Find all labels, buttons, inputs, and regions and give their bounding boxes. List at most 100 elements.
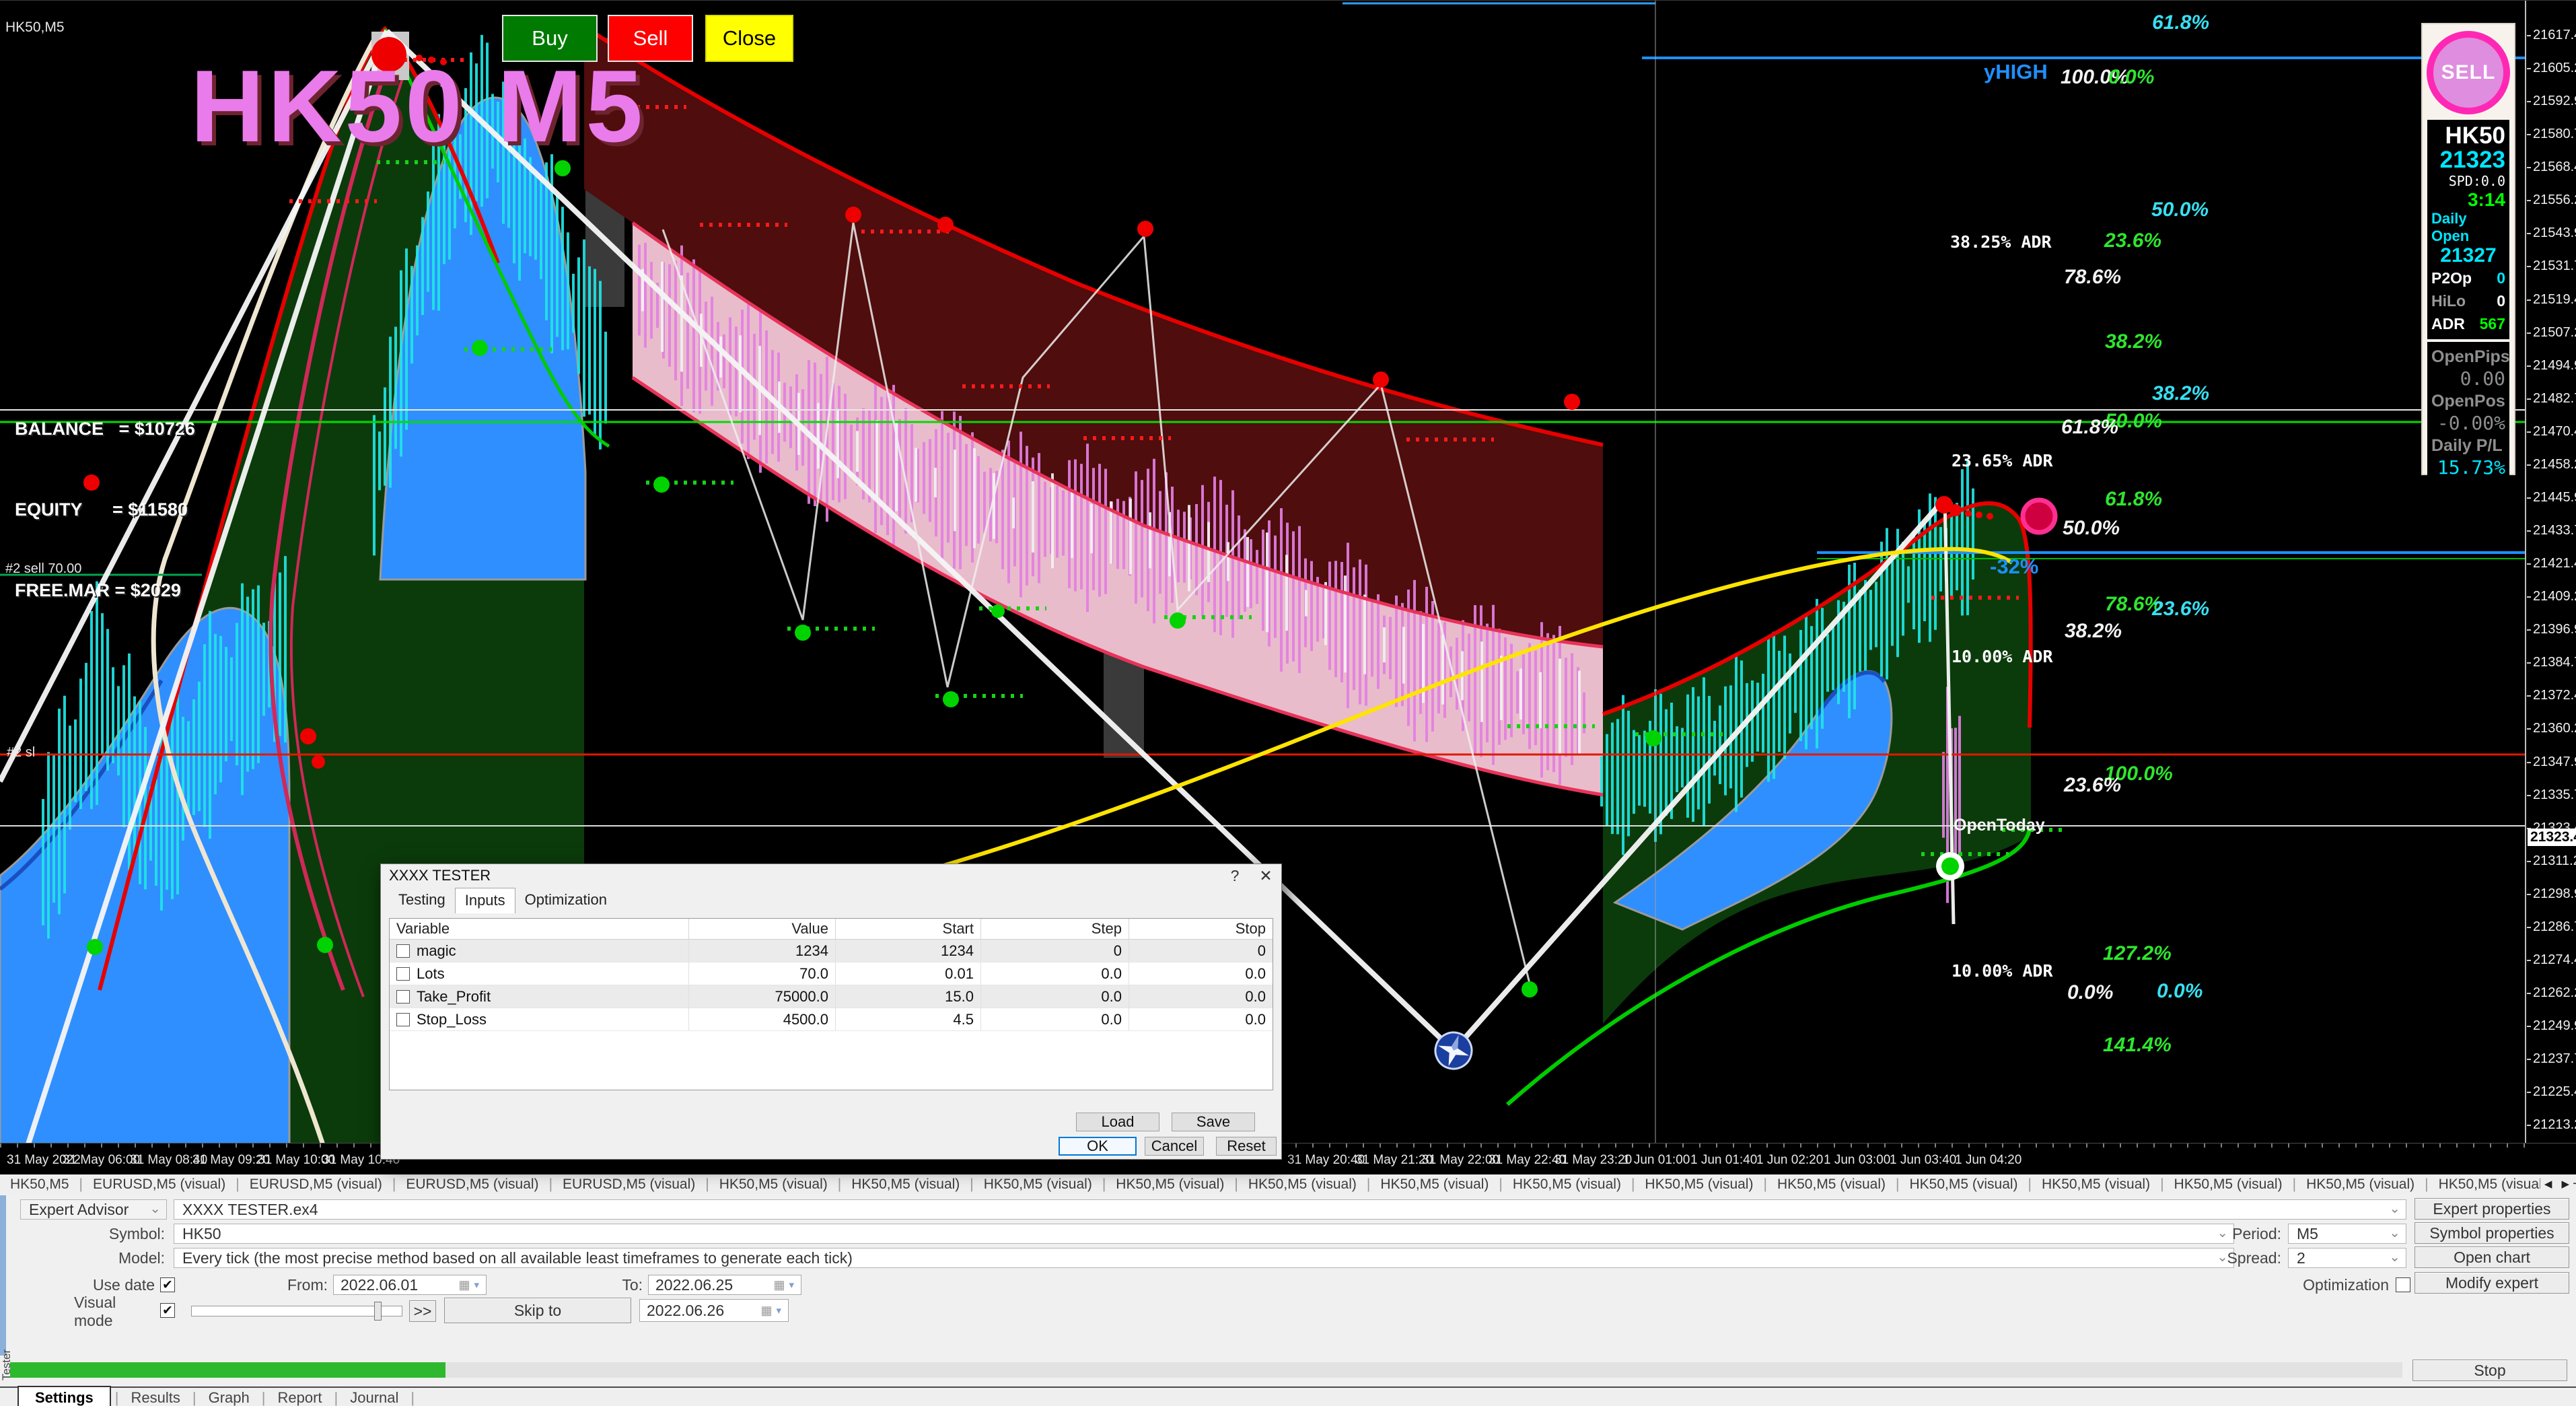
scroll-right-icon[interactable]: ▶ xyxy=(2561,1178,2569,1190)
symbol-select[interactable]: HK50 xyxy=(174,1224,2234,1244)
table-row[interactable]: Take_Profit 75000.0 15.0 0.0 0.0 xyxy=(390,985,1273,1008)
chart-tab[interactable]: EURUSD,M5 (visual) xyxy=(552,1176,705,1192)
value-cell[interactable]: 0 xyxy=(980,940,1129,962)
chevron-down-icon[interactable]: ▾ xyxy=(789,1279,794,1291)
expert-properties-button[interactable]: Expert properties xyxy=(2414,1198,2569,1220)
chart-tab[interactable]: HK50,M5 (visual) xyxy=(841,1176,970,1192)
expert-type-select[interactable]: Expert Advisor xyxy=(20,1199,167,1220)
value-cell[interactable]: 0.0 xyxy=(1129,962,1273,985)
reset-button[interactable]: Reset xyxy=(1216,1137,1277,1156)
chart-tab[interactable]: EURUSD,M5 (visual) xyxy=(83,1176,236,1192)
row-checkbox[interactable] xyxy=(396,966,410,981)
value-cell[interactable]: 15.0 xyxy=(835,985,980,1008)
tester-tab-report[interactable]: Report xyxy=(265,1389,334,1406)
value-cell[interactable]: 0.0 xyxy=(980,962,1129,985)
tab-inputs[interactable]: Inputs xyxy=(454,888,515,913)
chart-tab[interactable]: HK50,M5 (visual) xyxy=(1767,1176,1896,1192)
row-checkbox[interactable] xyxy=(396,944,410,958)
chevron-down-icon[interactable]: ▾ xyxy=(776,1304,781,1316)
chart-tab[interactable]: HK50,M5 (visual) xyxy=(2032,1176,2160,1192)
chart-tab[interactable]: HK50,M5 (visual) xyxy=(1370,1176,1499,1192)
value-cell[interactable]: 4.5 xyxy=(835,1008,980,1030)
close-button[interactable]: Close xyxy=(705,15,793,62)
model-select[interactable]: Every tick (the most precise method base… xyxy=(174,1248,2234,1268)
symbol-properties-button[interactable]: Symbol properties xyxy=(2414,1222,2569,1244)
modify-expert-button[interactable]: Modify expert xyxy=(2414,1272,2569,1294)
chart-tab[interactable]: HK50,M5 (visual) xyxy=(709,1176,838,1192)
chart-tab[interactable]: HK50,M5 (visual) xyxy=(2164,1176,2293,1192)
chart-tab[interactable]: HK50,M5 (visual) xyxy=(1106,1176,1234,1192)
slider-thumb[interactable] xyxy=(374,1302,382,1321)
chart-tab[interactable]: EURUSD,M5 (visual) xyxy=(240,1176,392,1192)
value-cell[interactable]: 4500.0 xyxy=(688,1008,835,1030)
sell-button[interactable]: Sell xyxy=(608,15,693,62)
save-button[interactable]: Save xyxy=(1172,1113,1255,1131)
chart-tab[interactable]: EURUSD,M5 (visual) xyxy=(396,1176,548,1192)
chart-tab[interactable]: HK50,M5 (visual) xyxy=(2296,1176,2425,1192)
open-chart-button[interactable]: Open chart xyxy=(2414,1246,2569,1268)
chart-tab[interactable]: HK50,M5 (visual) xyxy=(2429,1176,2557,1192)
value-cell[interactable]: 0.01 xyxy=(835,962,980,985)
dialog-help-button[interactable]: ? xyxy=(1219,867,1250,885)
variable-cell[interactable]: magic xyxy=(390,940,688,962)
variable-cell[interactable]: Stop_Loss xyxy=(390,1008,688,1030)
tester-tab-journal[interactable]: Journal xyxy=(338,1389,410,1406)
fast-forward-button[interactable]: >> xyxy=(409,1300,436,1322)
chart-tab[interactable]: HK50,M5 xyxy=(0,1176,79,1192)
value-cell[interactable]: 1234 xyxy=(688,940,835,962)
cancel-button[interactable]: Cancel xyxy=(1145,1137,1204,1156)
row-checkbox[interactable] xyxy=(396,1012,410,1026)
load-button[interactable]: Load xyxy=(1076,1113,1159,1131)
ok-button[interactable]: OK xyxy=(1059,1137,1137,1156)
visual-mode-checkbox[interactable]: ✔ xyxy=(160,1303,175,1318)
value-cell[interactable]: 75000.0 xyxy=(688,985,835,1008)
variable-cell[interactable]: Lots xyxy=(390,962,688,985)
table-row[interactable]: magic 1234 1234 0 0 xyxy=(390,940,1273,962)
variable-cell[interactable]: Take_Profit xyxy=(390,985,688,1008)
dialog-close-button[interactable]: ✕ xyxy=(1250,867,1281,885)
col-variable: Variable xyxy=(396,920,450,937)
tester-tab-settings[interactable]: Settings xyxy=(17,1385,111,1406)
tester-tab-graph[interactable]: Graph xyxy=(196,1389,262,1406)
chevron-down-icon[interactable]: ▾ xyxy=(474,1279,479,1291)
spread-select[interactable]: 2 xyxy=(2288,1248,2406,1268)
table-row[interactable]: Stop_Loss 4500.0 4.5 0.0 0.0 xyxy=(390,1008,1273,1031)
value-cell[interactable]: 0 xyxy=(1129,940,1273,962)
openpips-value: 0.00 xyxy=(2460,367,2505,390)
row-checkbox[interactable] xyxy=(396,989,410,1004)
to-date-field[interactable]: 2022.06.25 ▦ ▾ xyxy=(648,1275,801,1295)
skip-to-button[interactable]: Skip to xyxy=(444,1298,631,1323)
use-date-checkbox[interactable]: ✔ xyxy=(160,1277,175,1292)
chart-tab[interactable]: HK50,M5 (visual) xyxy=(1503,1176,1631,1192)
value-cell[interactable]: 70.0 xyxy=(688,962,835,985)
from-date-field[interactable]: 2022.06.01 ▦ ▾ xyxy=(333,1275,487,1295)
calendar-icon[interactable]: ▦ xyxy=(458,1278,470,1292)
skip-to-date-field[interactable]: 2022.06.26 ▦ ▾ xyxy=(639,1299,789,1322)
candle-bar xyxy=(1441,634,1444,705)
chart-tab[interactable]: HK50,M5 (visual) xyxy=(1635,1176,1763,1192)
value-cell[interactable]: 1234 xyxy=(835,940,980,962)
period-select[interactable]: M5 xyxy=(2288,1224,2406,1244)
stop-button[interactable]: Stop xyxy=(2412,1360,2567,1381)
value-cell[interactable]: 0.0 xyxy=(980,985,1129,1008)
value-cell[interactable]: 0.0 xyxy=(1129,985,1273,1008)
chart-tab[interactable]: HK50,M5 (visual) xyxy=(1899,1176,2028,1192)
calendar-icon[interactable]: ▦ xyxy=(760,1304,772,1318)
optimization-checkbox[interactable] xyxy=(2396,1277,2410,1292)
calendar-icon[interactable]: ▦ xyxy=(773,1278,785,1292)
price-axis[interactable]: 21323.41 21617.45 21605.20 21592.95 21580.7… xyxy=(2525,1,2576,1175)
value-cell[interactable]: 0.0 xyxy=(1129,1008,1273,1030)
buy-button[interactable]: Buy xyxy=(502,15,598,62)
tab-testing[interactable]: Testing xyxy=(389,888,455,913)
tester-tab-results[interactable]: Results xyxy=(119,1389,192,1406)
value-cell[interactable]: 0.0 xyxy=(980,1008,1129,1030)
visual-speed-slider[interactable] xyxy=(191,1306,402,1316)
dialog-titlebar[interactable]: XXXX TESTER ? ✕ xyxy=(381,864,1281,887)
chart-tab[interactable]: HK50,M5 (visual) xyxy=(974,1176,1102,1192)
sell-badge[interactable]: SELL xyxy=(2427,31,2510,114)
tab-optimization[interactable]: Optimization xyxy=(515,888,616,913)
scroll-left-icon[interactable]: ◀ xyxy=(2544,1178,2552,1190)
table-row[interactable]: Lots 70.0 0.01 0.0 0.0 xyxy=(390,962,1273,985)
expert-select[interactable]: XXXX TESTER.ex4 xyxy=(174,1199,2406,1220)
chart-tab[interactable]: HK50,M5 (visual) xyxy=(1238,1176,1367,1192)
